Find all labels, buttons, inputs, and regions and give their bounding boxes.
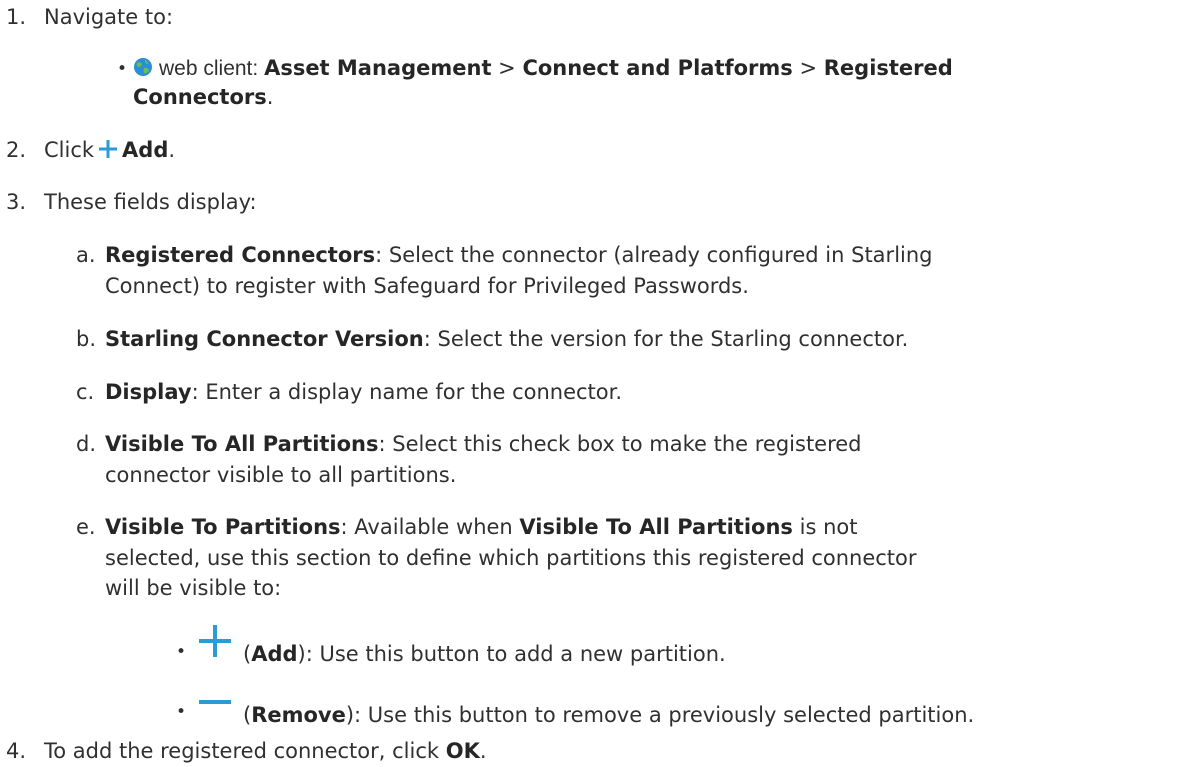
button-desc-text: ): Use this button to remove a previousl… <box>345 703 975 727</box>
period: . <box>479 739 487 763</box>
field-text: : Select the connector (already configur… <box>375 243 933 267</box>
step-number: 3. <box>6 190 27 214</box>
field-term: Registered Connectors <box>105 243 376 267</box>
sub-letter: a. <box>76 243 96 267</box>
field-text: : Select the version for the Starling co… <box>423 327 909 351</box>
step-number: 4. <box>6 739 27 763</box>
ok-label: OK <box>445 739 480 763</box>
bullet: • <box>176 642 187 662</box>
sub-letter: b. <box>76 327 97 351</box>
nav-separator: > <box>491 56 523 80</box>
field-text: is not <box>792 515 858 539</box>
field-description: Registered Connectors: Select the connec… <box>105 241 933 269</box>
document-page: 1. Navigate to: • web client: Asset Mana… <box>0 0 1191 767</box>
plus-icon <box>198 624 232 663</box>
period: . <box>168 138 176 162</box>
button-description: (Remove): Use this button to remove a pr… <box>243 701 974 729</box>
nav-path-line-2: Connectors. <box>133 83 273 111</box>
field-description: Starling Connector Version: Select the v… <box>105 325 908 353</box>
field-description-cont: Connect) to register with Safeguard for … <box>105 274 749 298</box>
button-desc-text: ): Use this button to add a new partitio… <box>297 642 726 666</box>
bullet: • <box>117 59 128 79</box>
nav-connectors: Connectors <box>133 85 267 109</box>
step-text: Navigate to: <box>44 5 174 29</box>
bullet: • <box>176 702 187 722</box>
field-text: : Select this check box to make the regi… <box>378 432 862 456</box>
sub-letter: e. <box>76 515 96 539</box>
field-description: Display: Enter a display name for the co… <box>105 378 622 406</box>
field-description-cont: connector visible to all partitions. <box>105 463 457 487</box>
step-text: To add the registered connector, click O… <box>44 737 487 765</box>
web-client-label: web client: <box>159 57 265 80</box>
button-description: (Add): Use this button to add a new part… <box>243 640 726 668</box>
minus-icon <box>198 690 232 714</box>
field-description: Visible To All Partitions: Select this c… <box>105 430 862 458</box>
nav-registered: Registered <box>823 56 953 80</box>
step-text: These fields display: <box>44 190 257 214</box>
nav-asset-management: Asset Management <box>264 56 492 80</box>
nav-separator: > <box>792 56 824 80</box>
field-term: Visible To All Partitions <box>105 432 379 456</box>
nav-path-line-1: web client: Asset Management > Connect a… <box>133 54 953 84</box>
plus-icon <box>98 138 118 166</box>
nav-connect-and-platforms: Connect and Platforms <box>522 56 793 80</box>
add-button-label: Add <box>251 642 298 666</box>
paren: ( <box>243 703 252 727</box>
field-term: Starling Connector Version <box>105 327 424 351</box>
step-number: 2. <box>6 138 27 162</box>
step-number: 1. <box>6 5 27 29</box>
globe-icon <box>133 56 153 84</box>
field-text: : Available when <box>340 515 520 539</box>
step-text: Click Add. <box>44 136 175 166</box>
step-text-pre: Click <box>44 138 95 162</box>
add-label: Add <box>122 138 169 162</box>
field-description-cont: selected, use this section to define whi… <box>105 546 917 570</box>
field-term: Display <box>105 380 192 404</box>
remove-button-label: Remove <box>251 703 346 727</box>
period: . <box>266 85 274 109</box>
field-description-cont: will be visible to: <box>105 576 282 600</box>
field-term-inline: Visible To All Partitions <box>519 515 793 539</box>
sub-letter: c. <box>76 380 95 404</box>
sub-letter: d. <box>76 432 97 456</box>
step-text-pre: To add the registered connector, click <box>44 739 440 763</box>
field-text: : Enter a display name for the connector… <box>191 380 623 404</box>
field-description: Visible To Partitions: Available when Vi… <box>105 513 857 541</box>
field-term: Visible To Partitions <box>105 515 341 539</box>
paren: ( <box>243 642 252 666</box>
